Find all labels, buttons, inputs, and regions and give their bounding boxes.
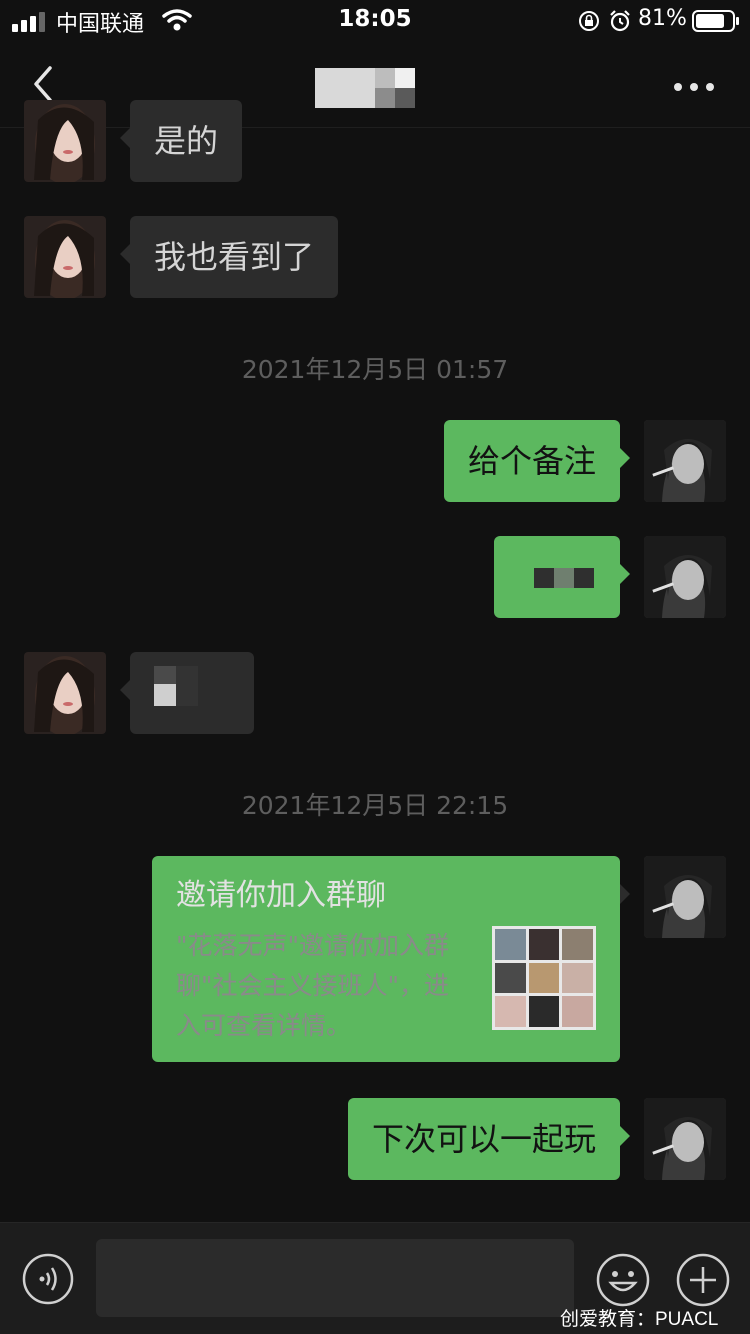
- my-avatar[interactable]: [644, 420, 726, 502]
- emoji-icon[interactable]: [596, 1253, 650, 1307]
- plus-icon[interactable]: [676, 1253, 730, 1307]
- chat-title-redacted[interactable]: [315, 68, 415, 108]
- my-avatar[interactable]: [644, 1098, 726, 1180]
- chevron-left-icon[interactable]: [24, 64, 64, 104]
- group-invite-card[interactable]: 邀请你加入群聊 "花落无声"邀请你加入群聊"社会主义接班人"，进入可查看详情。: [152, 856, 630, 1062]
- my-avatar[interactable]: [644, 536, 726, 618]
- voice-icon[interactable]: [22, 1253, 74, 1305]
- rotation-lock-icon: [579, 11, 599, 31]
- redacted-message-bubble[interactable]: [120, 652, 254, 734]
- redacted-message-bubble[interactable]: [494, 536, 630, 618]
- my-avatar[interactable]: [644, 856, 726, 938]
- battery-percent: 81%: [638, 6, 687, 31]
- contact-avatar[interactable]: [24, 652, 106, 734]
- alarm-icon: [610, 10, 630, 32]
- message-bubble[interactable]: 下次可以一起玩: [347, 1098, 631, 1180]
- battery-icon: [692, 10, 739, 32]
- message-timestamp: 2021年12月5日 22:15: [241, 791, 509, 820]
- invite-title: 邀请你加入群聊: [176, 878, 386, 913]
- message-timestamp: 2021年12月5日 01:57: [241, 355, 509, 384]
- group-avatar-grid: [492, 926, 596, 1030]
- chat-header: [0, 44, 750, 128]
- invite-description: "花落无声"邀请你加入群聊"社会主义接班人"，进入可查看详情。: [176, 931, 449, 1040]
- more-dots-icon[interactable]: [672, 80, 716, 94]
- message-input[interactable]: [96, 1239, 574, 1317]
- contact-avatar[interactable]: [24, 216, 106, 298]
- message-bubble[interactable]: 给个备注: [443, 420, 631, 502]
- contact-avatar[interactable]: [24, 100, 106, 182]
- status-bar: 中国联通 18:05 81%: [0, 0, 750, 44]
- message-bubble[interactable]: 我也看到了: [119, 216, 339, 298]
- watermark: 创爱教育：PUACL: [560, 1309, 719, 1330]
- message-bubble[interactable]: 是的: [119, 100, 243, 182]
